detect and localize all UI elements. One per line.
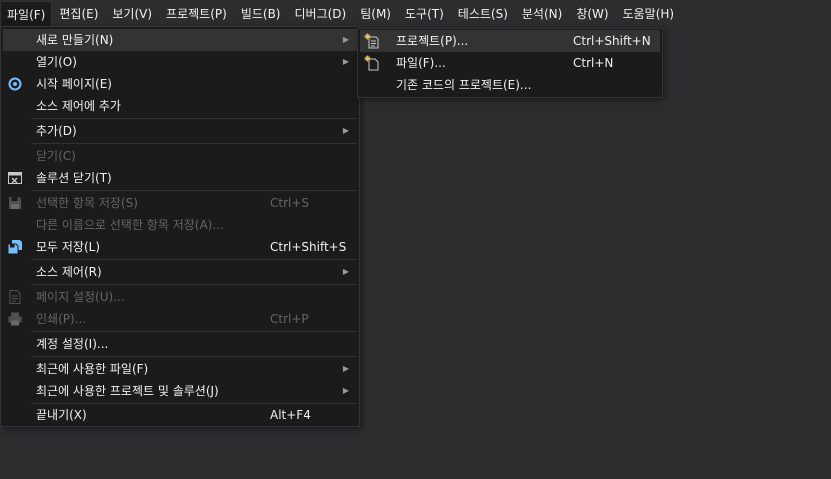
menu-item-shortcut: Ctrl+S (270, 196, 310, 210)
menu-item-label: 기존 코드의 프로젝트(E)... (396, 78, 532, 92)
menu-item-shortcut: Ctrl+Shift+N (573, 34, 651, 48)
menu-item-close[interactable]: 닫기(C) (3, 145, 357, 167)
menu-item-add[interactable]: 추가(D) ▶ (3, 120, 357, 142)
submenu-arrow-icon: ▶ (342, 35, 349, 44)
close-solution-icon (7, 170, 23, 186)
menu-item-print[interactable]: 인쇄(P)... Ctrl+P (3, 308, 357, 330)
menu-item-save-selected-as[interactable]: 다른 이름으로 선택한 항목 저장(A)... (3, 214, 357, 236)
new-file-icon (364, 55, 380, 71)
menu-item-recent-projects[interactable]: 최근에 사용한 프로젝트 및 솔루션(J) ▶ (3, 380, 357, 402)
menu-item-label: 소스 제어에 추가 (36, 99, 121, 113)
menu-item-label: 파일(F)... (396, 56, 446, 70)
save-all-icon (7, 239, 23, 255)
menu-item-label: 모두 저장(L) (36, 240, 101, 254)
menu-item-label: 시작 페이지(E) (36, 77, 112, 91)
menu-item-save-selected[interactable]: 선택한 항목 저장(S) Ctrl+S (3, 192, 357, 214)
menu-edit[interactable]: 편집(E) (52, 0, 105, 28)
menu-separator (31, 331, 357, 332)
submenu-arrow-icon: ▶ (342, 126, 349, 135)
menu-item-label: 최근에 사용한 프로젝트 및 솔루션(J) (36, 384, 219, 398)
submenu-arrow-icon: ▶ (342, 267, 349, 276)
menu-item-page-setup[interactable]: 페이지 설정(U)... (3, 286, 357, 308)
menu-project[interactable]: 프로젝트(P) (159, 0, 234, 28)
menu-item-new[interactable]: 새로 만들기(N) ▶ (3, 29, 357, 51)
menu-item-account-settings[interactable]: 계정 설정(I)... (3, 333, 357, 355)
menu-item-new-file[interactable]: 파일(F)... Ctrl+N (360, 52, 660, 74)
menu-item-label: 추가(D) (36, 124, 77, 138)
menu-team[interactable]: 팀(M) (353, 0, 398, 28)
submenu-arrow-icon: ▶ (342, 364, 349, 373)
menu-item-label: 선택한 항목 저장(S) (36, 196, 138, 210)
menu-debug[interactable]: 디버그(D) (288, 0, 354, 28)
visual-studio-window: 파일(F) 편집(E) 보기(V) 프로젝트(P) 빌드(B) 디버그(D) 팀… (0, 0, 831, 479)
start-page-icon (7, 76, 23, 92)
menu-item-label: 페이지 설정(U)... (36, 290, 125, 304)
menu-item-recent-files[interactable]: 최근에 사용한 파일(F) ▶ (3, 358, 357, 380)
new-submenu-dropdown: 프로젝트(P)... Ctrl+Shift+N 파일(F)... Ctrl+N … (357, 28, 663, 98)
menu-item-label: 인쇄(P)... (36, 312, 87, 326)
menu-test[interactable]: 테스트(S) (451, 0, 515, 28)
save-icon (7, 195, 23, 211)
menu-item-shortcut: Alt+F4 (270, 408, 311, 422)
menu-separator (31, 190, 357, 191)
menu-item-label: 최근에 사용한 파일(F) (36, 362, 149, 376)
submenu-arrow-icon: ▶ (342, 386, 349, 395)
menu-item-exit[interactable]: 끝내기(X) Alt+F4 (3, 404, 357, 426)
menu-item-close-solution[interactable]: 솔루션 닫기(T) (3, 167, 357, 189)
menu-help[interactable]: 도움말(H) (616, 0, 682, 28)
print-icon (7, 311, 23, 327)
menu-file[interactable]: 파일(F) (0, 0, 53, 29)
menu-item-label: 열기(O) (36, 55, 77, 69)
menu-view[interactable]: 보기(V) (105, 0, 159, 28)
menu-bar: 파일(F) 편집(E) 보기(V) 프로젝트(P) 빌드(B) 디버그(D) 팀… (0, 0, 831, 29)
menu-item-shortcut: Ctrl+N (573, 56, 614, 70)
new-project-icon (364, 33, 380, 49)
file-menu-dropdown: 새로 만들기(N) ▶ 열기(O) ▶ 시작 페이지(E) 소스 제어에 추가 … (0, 26, 360, 427)
menu-item-label: 솔루션 닫기(T) (36, 171, 112, 185)
menu-separator (31, 143, 357, 144)
menu-item-add-to-source-control[interactable]: 소스 제어에 추가 (3, 95, 357, 117)
menu-item-start-page[interactable]: 시작 페이지(E) (3, 73, 357, 95)
menu-item-label: 끝내기(X) (36, 408, 87, 422)
menu-item-save-all[interactable]: 모두 저장(L) Ctrl+Shift+S (3, 236, 357, 258)
menu-item-source-control[interactable]: 소스 제어(R) ▶ (3, 261, 357, 283)
menu-item-shortcut: Ctrl+Shift+S (270, 240, 347, 254)
menu-item-shortcut: Ctrl+P (270, 312, 309, 326)
menu-tools[interactable]: 도구(T) (398, 0, 451, 28)
menu-window[interactable]: 창(W) (569, 0, 615, 28)
menu-item-label: 다른 이름으로 선택한 항목 저장(A)... (36, 218, 224, 232)
menu-item-label: 새로 만들기(N) (36, 33, 114, 47)
submenu-arrow-icon: ▶ (342, 57, 349, 66)
menu-item-new-project[interactable]: 프로젝트(P)... Ctrl+Shift+N (360, 30, 660, 52)
page-setup-icon (7, 289, 23, 305)
menu-item-label: 소스 제어(R) (36, 265, 102, 279)
menu-item-label: 계정 설정(I)... (36, 337, 109, 351)
menu-item-open[interactable]: 열기(O) ▶ (3, 51, 357, 73)
menu-separator (31, 284, 357, 285)
menu-separator (31, 118, 357, 119)
menu-build[interactable]: 빌드(B) (234, 0, 288, 28)
menu-item-project-from-existing-code[interactable]: 기존 코드의 프로젝트(E)... (360, 74, 660, 96)
menu-analyze[interactable]: 분석(N) (515, 0, 569, 28)
menu-separator (31, 356, 357, 357)
menu-item-label: 닫기(C) (36, 149, 76, 163)
menu-item-label: 프로젝트(P)... (396, 34, 469, 48)
menu-separator (31, 259, 357, 260)
